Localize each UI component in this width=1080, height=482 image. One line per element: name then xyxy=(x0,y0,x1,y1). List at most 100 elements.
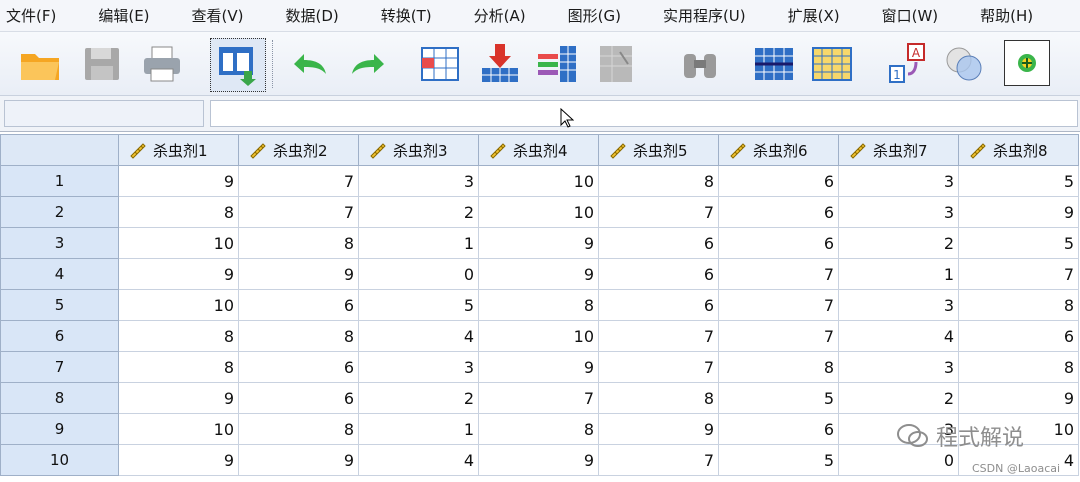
data-cell[interactable]: 3 xyxy=(838,196,959,228)
data-cell[interactable]: 10 xyxy=(478,196,599,228)
data-cell[interactable]: 8 xyxy=(238,320,359,352)
data-cell[interactable]: 8 xyxy=(118,196,239,228)
data-cell[interactable]: 7 xyxy=(958,258,1079,290)
data-cell[interactable]: 2 xyxy=(838,227,959,259)
data-cell[interactable]: 9 xyxy=(478,227,599,259)
data-cell[interactable]: 9 xyxy=(238,444,359,476)
menu-item-2[interactable]: 编辑(E) xyxy=(98,5,149,26)
data-cell[interactable]: 9 xyxy=(118,258,239,290)
data-cell[interactable]: 4 xyxy=(838,320,959,352)
column-header-5[interactable]: 杀虫剂5 xyxy=(598,134,719,166)
data-cell[interactable]: 8 xyxy=(958,289,1079,321)
cell-value-field[interactable] xyxy=(210,100,1078,127)
grid-corner[interactable] xyxy=(0,134,119,166)
use-sets-icon[interactable] xyxy=(942,42,986,86)
data-cell[interactable]: 3 xyxy=(358,351,479,383)
dialog-recall-icon[interactable] xyxy=(210,38,266,92)
data-cell[interactable]: 3 xyxy=(838,289,959,321)
menu-item-1[interactable]: 文件(F) xyxy=(6,5,56,26)
data-cell[interactable]: 1 xyxy=(358,227,479,259)
data-cell[interactable]: 2 xyxy=(358,196,479,228)
data-cell[interactable]: 5 xyxy=(958,165,1079,197)
column-header-7[interactable]: 杀虫剂7 xyxy=(838,134,959,166)
data-cell[interactable]: 3 xyxy=(838,351,959,383)
find-icon[interactable] xyxy=(596,42,640,86)
column-header-2[interactable]: 杀虫剂2 xyxy=(238,134,359,166)
data-cell[interactable]: 7 xyxy=(718,258,839,290)
variables-icon[interactable] xyxy=(536,42,580,86)
data-cell[interactable]: 9 xyxy=(238,258,359,290)
data-cell[interactable]: 6 xyxy=(238,351,359,383)
menu-item-6[interactable]: 分析(A) xyxy=(474,5,526,26)
data-cell[interactable]: 7 xyxy=(598,320,719,352)
data-cell[interactable]: 6 xyxy=(718,227,839,259)
data-cell[interactable]: 4 xyxy=(358,444,479,476)
column-header-4[interactable]: 杀虫剂4 xyxy=(478,134,599,166)
select-cases-icon[interactable] xyxy=(810,42,854,86)
menu-item-10[interactable]: 窗口(W) xyxy=(882,5,939,26)
open-folder-icon[interactable] xyxy=(18,42,62,86)
data-cell[interactable]: 6 xyxy=(598,258,719,290)
menu-item-7[interactable]: 图形(G) xyxy=(568,5,621,26)
data-cell[interactable]: 8 xyxy=(118,351,239,383)
data-cell[interactable]: 9 xyxy=(958,196,1079,228)
data-cell[interactable]: 9 xyxy=(598,413,719,445)
data-cell[interactable]: 8 xyxy=(598,382,719,414)
row-header[interactable]: 9 xyxy=(0,413,119,445)
data-cell[interactable]: 7 xyxy=(598,196,719,228)
menu-item-9[interactable]: 扩展(X) xyxy=(788,5,840,26)
data-cell[interactable]: 5 xyxy=(718,382,839,414)
data-cell[interactable]: 10 xyxy=(118,413,239,445)
menu-item-5[interactable]: 转换(T) xyxy=(381,5,432,26)
menu-item-11[interactable]: 帮助(H) xyxy=(980,5,1033,26)
data-cell[interactable]: 6 xyxy=(718,413,839,445)
menu-item-4[interactable]: 数据(D) xyxy=(286,5,339,26)
data-cell[interactable]: 7 xyxy=(238,196,359,228)
row-header[interactable]: 1 xyxy=(0,165,119,197)
menu-item-3[interactable]: 查看(V) xyxy=(192,5,244,26)
print-icon[interactable] xyxy=(140,42,184,86)
column-header-3[interactable]: 杀虫剂3 xyxy=(358,134,479,166)
save-icon[interactable] xyxy=(80,42,124,86)
data-cell[interactable]: 8 xyxy=(478,413,599,445)
data-cell[interactable]: 6 xyxy=(598,227,719,259)
data-cell[interactable]: 7 xyxy=(238,165,359,197)
data-cell[interactable]: 9 xyxy=(118,382,239,414)
data-cell[interactable]: 6 xyxy=(238,289,359,321)
data-cell[interactable]: 7 xyxy=(598,444,719,476)
data-cell[interactable]: 8 xyxy=(598,165,719,197)
data-cell[interactable]: 6 xyxy=(238,382,359,414)
data-cell[interactable]: 9 xyxy=(958,382,1079,414)
data-cell[interactable]: 6 xyxy=(718,165,839,197)
split-file-icon[interactable] xyxy=(752,42,796,86)
row-header[interactable]: 10 xyxy=(0,444,119,476)
data-cell[interactable]: 9 xyxy=(478,351,599,383)
data-cell[interactable]: 5 xyxy=(358,289,479,321)
data-cell[interactable]: 9 xyxy=(118,444,239,476)
data-cell[interactable]: 4 xyxy=(358,320,479,352)
data-cell[interactable]: 8 xyxy=(478,289,599,321)
data-cell[interactable]: 8 xyxy=(238,227,359,259)
data-cell[interactable]: 8 xyxy=(238,413,359,445)
insert-cases-icon[interactable] xyxy=(478,42,522,86)
data-cell[interactable]: 0 xyxy=(358,258,479,290)
go-to-case-icon[interactable] xyxy=(418,42,462,86)
row-header[interactable]: 3 xyxy=(0,227,119,259)
data-cell[interactable]: 10 xyxy=(478,165,599,197)
data-cell[interactable]: 8 xyxy=(958,351,1079,383)
data-cell[interactable]: 8 xyxy=(118,320,239,352)
data-cell[interactable]: 7 xyxy=(718,289,839,321)
row-header[interactable]: 5 xyxy=(0,289,119,321)
column-header-8[interactable]: 杀虫剂8 xyxy=(958,134,1079,166)
menu-item-8[interactable]: 实用程序(U) xyxy=(663,5,746,26)
data-cell[interactable]: 7 xyxy=(598,351,719,383)
data-cell[interactable]: 9 xyxy=(478,258,599,290)
data-cell[interactable]: 2 xyxy=(358,382,479,414)
data-cell[interactable]: 3 xyxy=(838,165,959,197)
data-cell[interactable]: 2 xyxy=(838,382,959,414)
data-cell[interactable]: 5 xyxy=(958,227,1079,259)
row-header[interactable]: 7 xyxy=(0,351,119,383)
value-labels-icon[interactable]: A1 xyxy=(886,42,930,86)
add-on-icon[interactable] xyxy=(1004,40,1050,86)
column-header-6[interactable]: 杀虫剂6 xyxy=(718,134,839,166)
